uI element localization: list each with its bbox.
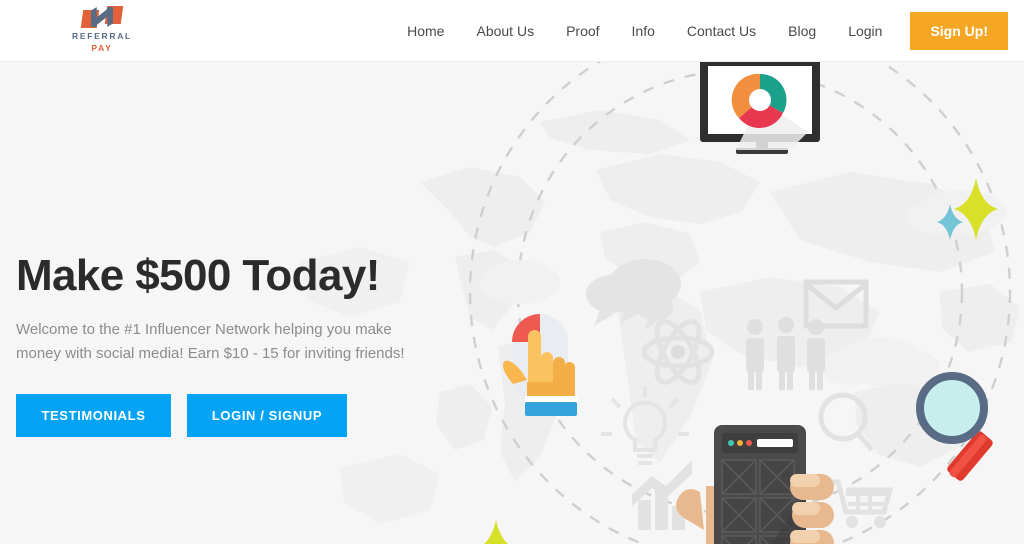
monitor-with-chart-icon	[700, 62, 820, 154]
nav-info[interactable]: Info	[616, 0, 671, 62]
sparkle-star-icon-secondary	[483, 520, 509, 544]
nav-contact-us[interactable]: Contact Us	[671, 0, 772, 62]
magnifying-glass-icon	[916, 372, 993, 481]
testimonials-button[interactable]: TESTIMONIALS	[16, 394, 171, 438]
hero-cta-row: TESTIMONIALS LOGIN / SIGNUP	[16, 394, 446, 438]
shopping-cart-icon	[832, 479, 894, 528]
nav-home[interactable]: Home	[391, 0, 460, 62]
page-title: Make $500 Today!	[16, 251, 380, 300]
landing-page: REFERRAL PAY Home About Us Proof Info Co…	[0, 0, 1024, 544]
sign-up-button[interactable]: Sign Up!	[910, 12, 1008, 50]
lightbulb-icon	[601, 386, 689, 465]
hero-subtext: Welcome to the #1 Influencer Network hel…	[16, 320, 405, 362]
hand-holding-phone-icon	[676, 425, 834, 544]
site-logo[interactable]: REFERRAL PAY	[66, 6, 138, 56]
logo-brand-text: REFERRAL	[72, 31, 132, 41]
nav-login[interactable]: Login	[832, 0, 898, 62]
search-outline-icon	[818, 392, 874, 452]
atom-nucleus-icon	[671, 345, 685, 359]
referral-pay-logo-icon	[80, 6, 124, 28]
nav-proof[interactable]: Proof	[550, 0, 615, 62]
mouse-pointing-hand-icon	[503, 314, 577, 416]
logo-brand-subtext: PAY	[91, 42, 113, 53]
nav-about-us[interactable]: About Us	[460, 0, 550, 62]
speech-bubbles-icon	[586, 259, 681, 330]
nav-blog[interactable]: Blog	[772, 0, 832, 62]
site-header: REFERRAL PAY Home About Us Proof Info Co…	[0, 0, 1024, 62]
hero-copy: Make $500 Today! Welcome to the #1 Influ…	[16, 251, 446, 438]
login-signup-button[interactable]: LOGIN / SIGNUP	[187, 394, 347, 438]
hero-section: Make $500 Today! Welcome to the #1 Influ…	[0, 62, 1024, 544]
main-navigation: Home About Us Proof Info Contact Us Blog…	[391, 0, 1008, 62]
